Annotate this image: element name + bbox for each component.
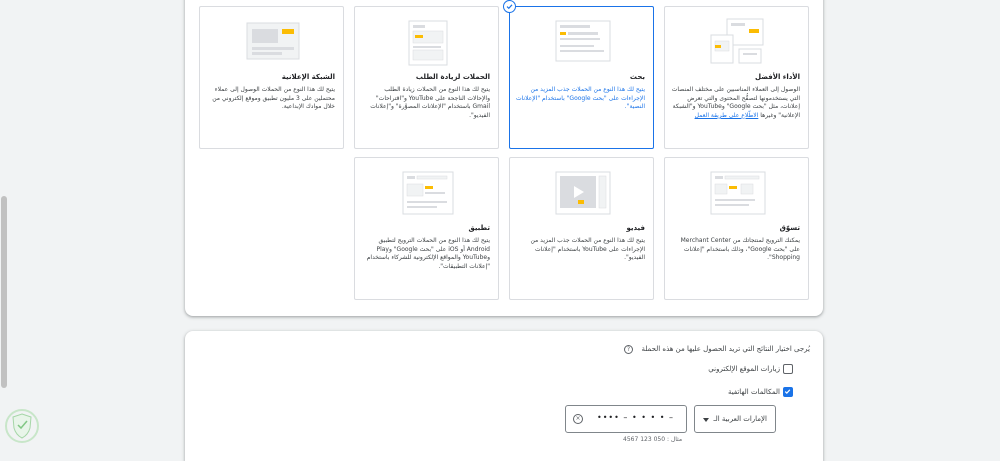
card-description: يتيح لك هذا النوع من الحملات جذب المزيد …: [530, 237, 645, 262]
card-description: يمكنك الترويج لمنتجاتك من Merchant Cente…: [680, 237, 800, 262]
card-title: تطبيق: [468, 224, 490, 232]
card-description: يتيح لك هذا النوع من الحملات زيادة الطلب…: [370, 86, 490, 119]
card-description: يتيح لك هذا النوع من الحملات الوصول إلى …: [212, 86, 335, 111]
page-scrollbar[interactable]: [0, 0, 8, 444]
help-icon[interactable]: ?: [624, 345, 633, 354]
card-title: فيديو: [626, 224, 645, 232]
phone-example: مثال : 050 123 4567: [623, 436, 683, 443]
video-illustration: [555, 171, 611, 215]
phone-value: •••• – • • • • –: [596, 413, 674, 422]
card-title: الأداء الأفضل: [755, 73, 800, 81]
card-title: تسوّق: [779, 224, 800, 232]
demand-gen-illustration: [408, 20, 448, 66]
shopping-illustration: [710, 171, 766, 215]
phone-calls-checkbox[interactable]: [783, 387, 793, 397]
country-value: الإمارات العربية الـ: [713, 415, 767, 423]
app-illustration: [402, 171, 454, 215]
card-performance-max[interactable]: الأداء الأفضل الوصول إلى العملاء المناسب…: [664, 6, 809, 149]
country-select[interactable]: الإمارات العربية الـ: [694, 405, 776, 433]
card-demand-gen[interactable]: الحملات لزيادة الطلب يتيح لك هذا النوع م…: [354, 6, 499, 149]
card-description: الوصول إلى العملاء المناسبين على مختلف ا…: [671, 86, 800, 119]
goals-title: يُرجى اختيار النتائج التي تريد الحصول عل…: [641, 345, 810, 353]
dropdown-arrow-icon: [703, 418, 709, 422]
card-shopping[interactable]: تسوّق يمكنك الترويج لمنتجاتك من Merchant…: [664, 157, 809, 300]
how-it-works-link[interactable]: الاطّلاع على طريقة العمل: [695, 112, 759, 119]
website-visits-checkbox[interactable]: [783, 364, 793, 374]
card-display[interactable]: الشبكة الإعلانية يتيح لك هذا النوع من ال…: [199, 6, 344, 149]
card-description: يتيح لك هذا النوع من الحملات الترويج لتط…: [366, 237, 490, 270]
card-title: الشبكة الإعلانية: [281, 73, 335, 81]
card-app[interactable]: تطبيق يتيح لك هذا النوع من الحملات الترو…: [354, 157, 499, 300]
phone-calls-label: المكالمات الهاتفية: [727, 388, 780, 396]
search-illustration: [555, 20, 611, 62]
performance-max-illustration: [710, 18, 764, 64]
selected-check-icon: [503, 0, 516, 13]
phone-number-input[interactable]: •••• – • • • • – ×: [565, 405, 687, 433]
shield-logo-icon: [5, 409, 39, 443]
card-description: يتيح لك هذا النوع من الحملات جذب المزيد …: [515, 86, 645, 111]
scroll-thumb[interactable]: [1, 196, 7, 388]
card-search[interactable]: بحث يتيح لك هذا النوع من الحملات جذب الم…: [503, 0, 654, 149]
card-title: بحث: [629, 73, 645, 81]
website-visits-label: زيارات الموقع الإلكتروني: [708, 365, 780, 373]
card-title: الحملات لزيادة الطلب: [415, 73, 490, 81]
card-video[interactable]: فيديو يتيح لك هذا النوع من الحملات جذب ا…: [509, 157, 654, 300]
clear-icon[interactable]: ×: [573, 414, 583, 424]
display-illustration: [246, 22, 300, 60]
